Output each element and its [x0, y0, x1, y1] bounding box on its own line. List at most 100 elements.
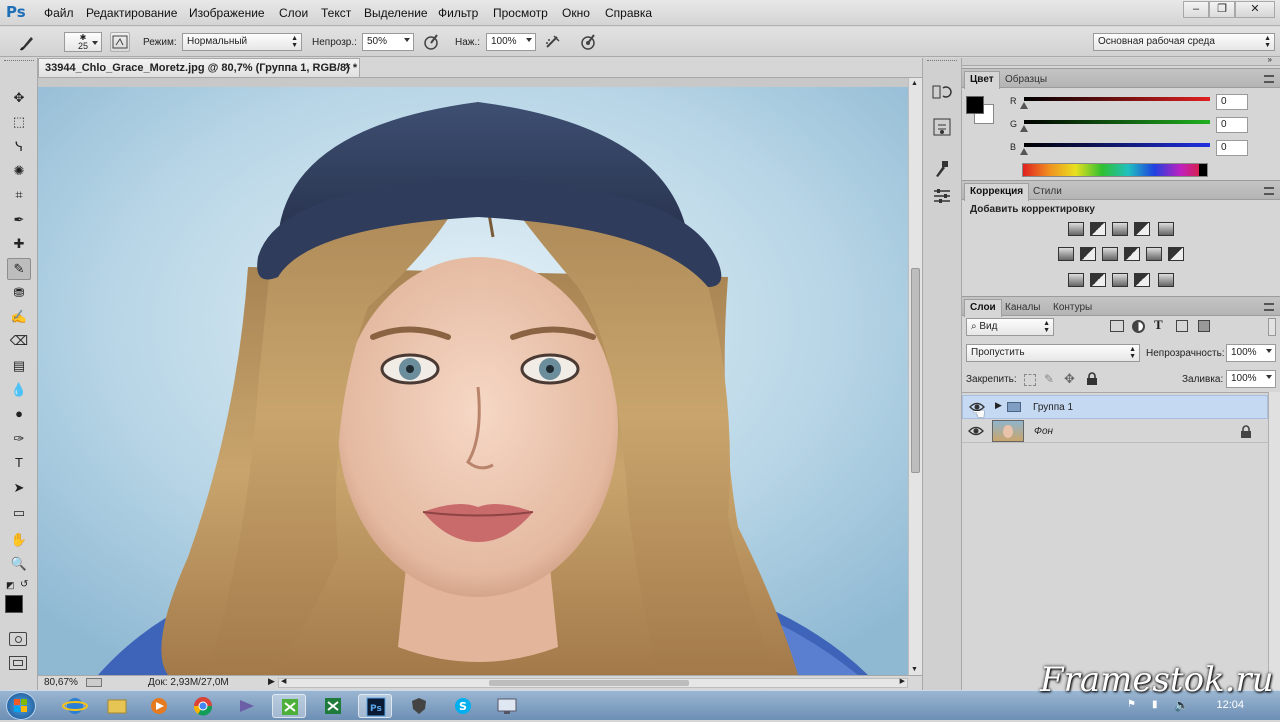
- eye-icon[interactable]: [968, 424, 984, 438]
- menu-select[interactable]: Выделение: [364, 6, 428, 20]
- scroll-up-icon[interactable]: ▲: [911, 80, 918, 87]
- media-app-icon[interactable]: [230, 694, 264, 718]
- shield-app-icon[interactable]: [402, 694, 436, 718]
- curves-icon[interactable]: [1112, 222, 1128, 236]
- properties-panel-icon[interactable]: [931, 186, 955, 206]
- layer-row-group[interactable]: ☚ ▶ Группа 1: [962, 395, 1268, 423]
- menu-help[interactable]: Справка: [605, 6, 652, 20]
- hue-saturation-icon[interactable]: [1058, 247, 1074, 261]
- menu-layers[interactable]: Слои: [279, 6, 308, 20]
- healing-brush-tool-icon[interactable]: ✚: [7, 234, 31, 256]
- tab-adjustments[interactable]: Коррекция: [964, 183, 1030, 201]
- layers-scrollbar[interactable]: [1268, 392, 1280, 690]
- layer-row-background[interactable]: Фон: [962, 419, 1268, 443]
- menu-file[interactable]: Файл: [44, 6, 74, 20]
- exposure-icon[interactable]: [1134, 222, 1150, 236]
- blur-tool-icon[interactable]: 💧: [7, 380, 31, 402]
- layer-name-group[interactable]: Группа 1: [1033, 402, 1073, 413]
- zoom-level[interactable]: 80,67%: [44, 677, 78, 688]
- tab-styles[interactable]: Стили: [1028, 184, 1067, 200]
- filter-toggle[interactable]: [1268, 318, 1276, 336]
- marquee-tool-icon[interactable]: ⬚: [7, 112, 31, 134]
- horizontal-scroll-thumb[interactable]: [489, 680, 689, 686]
- eraser-tool-icon[interactable]: ⌫: [7, 331, 31, 353]
- levels-icon[interactable]: [1090, 222, 1106, 236]
- menu-image[interactable]: Изображение: [189, 6, 265, 20]
- lock-position-icon[interactable]: ✥: [1064, 371, 1075, 387]
- pen-tool-icon[interactable]: ✑: [7, 429, 31, 451]
- foreground-color-swatch[interactable]: [5, 595, 23, 613]
- layer-name-background[interactable]: Фон: [1034, 426, 1053, 437]
- quick-mask-icon[interactable]: [9, 632, 27, 646]
- brush-size-picker[interactable]: ✱ 25: [64, 32, 102, 52]
- threshold-icon[interactable]: [1112, 273, 1128, 287]
- gradient-map-icon[interactable]: [1158, 273, 1174, 287]
- invert-icon[interactable]: [1068, 273, 1084, 287]
- tab-channels[interactable]: Каналы: [1000, 300, 1046, 316]
- adjustments-panel-menu-icon[interactable]: [1264, 187, 1274, 195]
- start-button[interactable]: [6, 692, 36, 720]
- channel-slider-thumb[interactable]: [1020, 102, 1028, 109]
- ie-icon[interactable]: [58, 694, 92, 718]
- restore-button[interactable]: ❐: [1209, 1, 1235, 18]
- tab-layers[interactable]: Слои: [964, 299, 1002, 317]
- opacity-input[interactable]: 50%: [362, 33, 414, 51]
- airbrush-opacity-icon[interactable]: [421, 32, 441, 52]
- brush-tool-icon[interactable]: ✎: [7, 258, 31, 280]
- color-lookup-icon[interactable]: [1168, 247, 1184, 261]
- default-colors-icon[interactable]: ◩: [6, 580, 16, 590]
- green-app-icon[interactable]: [272, 694, 306, 718]
- lasso-tool-icon[interactable]: ᓭ: [7, 137, 31, 159]
- channel-slider-b[interactable]: [1024, 143, 1210, 147]
- filter-pixel-icon[interactable]: [1110, 320, 1124, 332]
- scroll-right-icon[interactable]: ▶: [900, 677, 905, 685]
- screen-mode-icon[interactable]: [9, 656, 27, 670]
- history-panel-icon[interactable]: [931, 82, 955, 102]
- swap-colors-icon[interactable]: ↺: [20, 579, 30, 590]
- strip-grip[interactable]: [927, 60, 957, 64]
- color-balance-icon[interactable]: [1080, 247, 1096, 261]
- layer-opacity-input[interactable]: 100%: [1226, 344, 1276, 362]
- blend-mode-select[interactable]: Пропустить ▲ ▼: [966, 344, 1140, 362]
- canvas-image[interactable]: [38, 87, 908, 675]
- filter-smart-object-icon[interactable]: [1198, 320, 1210, 332]
- channel-value-g[interactable]: 0: [1216, 117, 1248, 133]
- menu-view[interactable]: Просмотр: [493, 6, 548, 20]
- posterize-icon[interactable]: [1090, 273, 1106, 287]
- tab-paths[interactable]: Контуры: [1048, 300, 1097, 316]
- move-tool-icon[interactable]: ✥: [7, 88, 31, 110]
- color-panel-menu-icon[interactable]: [1264, 75, 1274, 83]
- zoom-preview-icon[interactable]: [86, 678, 102, 687]
- layer-filter-select[interactable]: ⌕ Вид ▲ ▼: [966, 318, 1054, 336]
- channel-value-r[interactable]: 0: [1216, 94, 1248, 110]
- channel-mixer-icon[interactable]: [1146, 247, 1162, 261]
- actions-panel-icon[interactable]: [931, 116, 955, 136]
- skype-icon[interactable]: S: [446, 694, 480, 718]
- filter-shape-icon[interactable]: [1176, 320, 1188, 332]
- brightness-contrast-icon[interactable]: [1068, 222, 1084, 236]
- menu-filter[interactable]: Фильтр: [438, 6, 478, 20]
- tab-swatches[interactable]: Образцы: [1000, 72, 1052, 88]
- channel-slider-thumb[interactable]: [1020, 148, 1028, 155]
- airbrush-icon[interactable]: [543, 32, 563, 52]
- screen-app-icon[interactable]: [490, 694, 524, 718]
- explorer-icon[interactable]: [100, 694, 134, 718]
- lock-pixels-icon[interactable]: ✎: [1044, 372, 1054, 386]
- menu-type[interactable]: Текст: [321, 6, 351, 20]
- pressure-input[interactable]: 100%: [486, 33, 536, 51]
- fill-input[interactable]: 100%: [1226, 370, 1276, 388]
- clone-stamp-tool-icon[interactable]: ⛃: [7, 283, 31, 305]
- rectangle-tool-icon[interactable]: ▭: [7, 503, 31, 525]
- photoshop-taskbar-icon[interactable]: Ps: [358, 694, 392, 718]
- scroll-left-icon[interactable]: ◀: [281, 677, 286, 685]
- path-select-tool-icon[interactable]: ➤: [7, 478, 31, 500]
- minimize-button[interactable]: –: [1183, 1, 1209, 18]
- vertical-scrollbar[interactable]: ▲ ▼: [908, 78, 922, 675]
- mode-select[interactable]: Нормальный ▲ ▼: [182, 33, 302, 51]
- selective-color-icon[interactable]: [1134, 273, 1150, 287]
- channel-slider-r[interactable]: [1024, 97, 1210, 101]
- filter-type-icon[interactable]: T: [1154, 317, 1163, 333]
- eyedropper-tool-icon[interactable]: ✒: [7, 210, 31, 232]
- black-white-icon[interactable]: [1102, 247, 1118, 261]
- type-tool-icon[interactable]: T: [7, 453, 31, 475]
